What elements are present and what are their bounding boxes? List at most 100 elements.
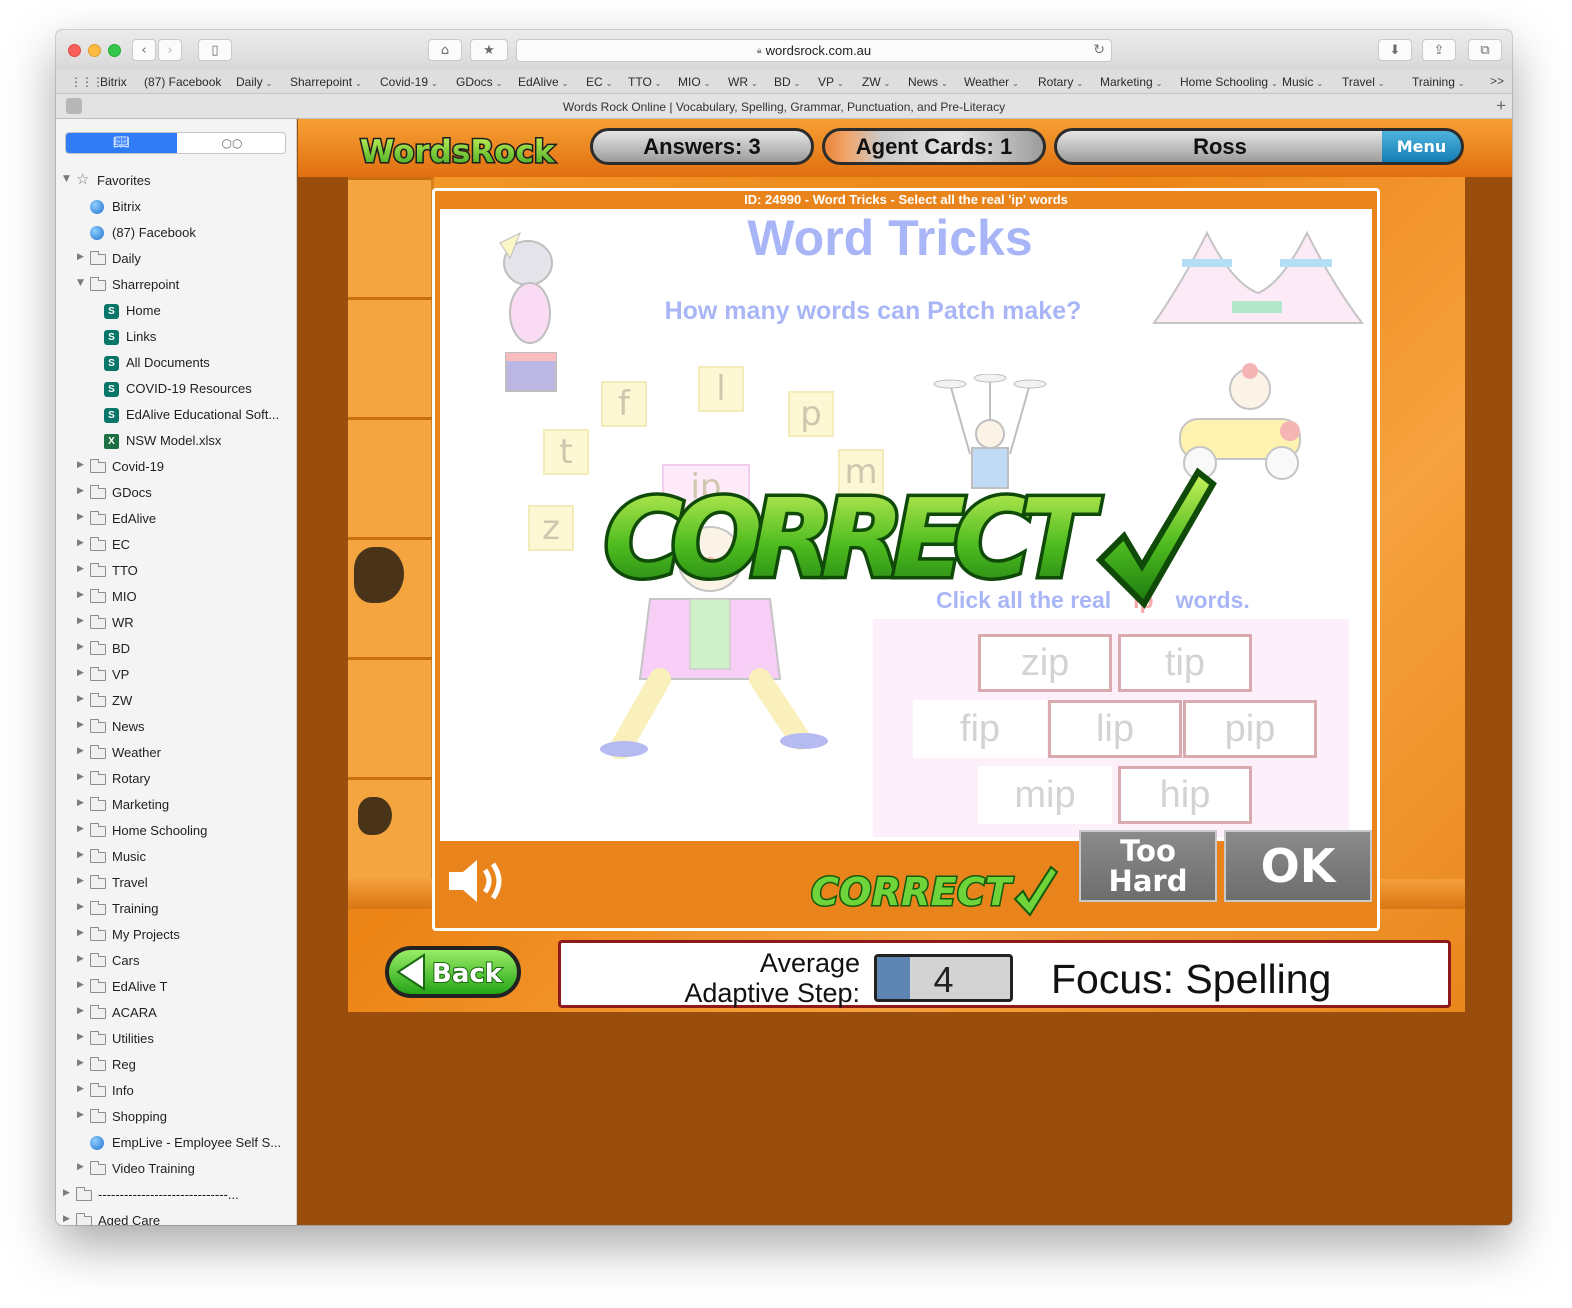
fav-wr[interactable]: WR ⌄	[728, 75, 758, 89]
word-option-tip[interactable]: tip	[1118, 634, 1252, 692]
menu-button[interactable]: Menu	[1382, 128, 1464, 165]
forward-nav-button[interactable]: ›	[158, 39, 182, 61]
disclosure-closed-icon[interactable]: ▶	[77, 590, 84, 600]
sidebar-item[interactable]: ▶ Reg	[56, 1052, 296, 1078]
home-button[interactable]: ⌂	[428, 39, 462, 61]
sidebar-item[interactable]: ▶ Covid-19	[56, 454, 296, 480]
disclosure-closed-icon[interactable]: ▶	[77, 1110, 84, 1120]
sidebar-item[interactable]: ▶ Music	[56, 844, 296, 870]
fav-daily[interactable]: Daily ⌄	[236, 75, 272, 89]
sidebar-item[interactable]: ▶ My Projects	[56, 922, 296, 948]
sidebar-item[interactable]: ▶ Aged Care	[56, 1208, 296, 1225]
sidebar-item[interactable]: ▶ Home Schooling	[56, 818, 296, 844]
disclosure-closed-icon[interactable]: ▶	[77, 876, 84, 886]
fav-travel[interactable]: Travel ⌄	[1342, 75, 1385, 89]
bookmarks-tab[interactable]: 📖︎	[66, 133, 177, 153]
sidebar-item[interactable]: EmpLive - Employee Self S...	[56, 1130, 296, 1156]
sidebar-item[interactable]: X NSW Model.xlsx	[56, 428, 296, 454]
fav-vp[interactable]: VP ⌄	[818, 75, 844, 89]
fav-zw[interactable]: ZW ⌄	[862, 75, 890, 89]
sidebar-item[interactable]: S COVID-19 Resources	[56, 376, 296, 402]
disclosure-closed-icon[interactable]: ▶	[77, 850, 84, 860]
sidebar-item[interactable]: Bitrix	[56, 194, 296, 220]
fav-weather[interactable]: Weather ⌄	[964, 75, 1019, 89]
zoom-window-button[interactable]	[108, 44, 121, 57]
sidebar-item[interactable]: ▼ Sharrepoint	[56, 272, 296, 298]
close-window-button[interactable]	[68, 44, 81, 57]
sidebar-item[interactable]: ▶ Info	[56, 1078, 296, 1104]
sidebar-item[interactable]: ▶ MIO	[56, 584, 296, 610]
disclosure-open-icon[interactable]: ▼	[77, 278, 84, 288]
disclosure-closed-icon[interactable]: ▶	[77, 252, 84, 262]
tab-title[interactable]: Words Rock Online | Vocabulary, Spelling…	[56, 100, 1512, 114]
sidebar-item[interactable]: ▶ VP	[56, 662, 296, 688]
fav-covid[interactable]: Covid-19 ⌄	[380, 75, 438, 89]
favorites-overflow-button[interactable]: >>	[1490, 74, 1504, 88]
disclosure-closed-icon[interactable]: ▶	[77, 694, 84, 704]
fav-sharrepoint[interactable]: Sharrepoint ⌄	[290, 75, 362, 89]
sidebar-item[interactable]: ▶ EdAlive T	[56, 974, 296, 1000]
fav-edalive[interactable]: EdAlive ⌄	[518, 75, 568, 89]
speaker-icon[interactable]	[445, 856, 509, 906]
fav-music[interactable]: Music ⌄	[1282, 75, 1323, 89]
disclosure-closed-icon[interactable]: ▶	[77, 824, 84, 834]
sidebar-item[interactable]: ▶ Training	[56, 896, 296, 922]
sidebar-item[interactable]: ▶ ACARA	[56, 1000, 296, 1026]
sidebar-item[interactable]: ▶ Shopping	[56, 1104, 296, 1130]
grid-icon[interactable]: ⋮⋮⋮	[70, 75, 104, 89]
disclosure-closed-icon[interactable]: ▶	[77, 1084, 84, 1094]
sidebar-item[interactable]: S Links	[56, 324, 296, 350]
sidebar-item[interactable]: ▶ EdAlive	[56, 506, 296, 532]
fav-marketing[interactable]: Marketing ⌄	[1100, 75, 1162, 89]
sidebar-item[interactable]: ▶ BD	[56, 636, 296, 662]
ok-button[interactable]: OK	[1224, 830, 1372, 902]
sidebar-item[interactable]: ▶ TTO	[56, 558, 296, 584]
disclosure-closed-icon[interactable]: ▶	[77, 954, 84, 964]
sidebar-item[interactable]: ▶ Utilities	[56, 1026, 296, 1052]
word-option-pip[interactable]: pip	[1183, 700, 1317, 758]
minimize-window-button[interactable]	[88, 44, 101, 57]
sidebar-item[interactable]: S All Documents	[56, 350, 296, 376]
reload-icon[interactable]: ↻	[1093, 42, 1105, 58]
disclosure-closed-icon[interactable]: ▶	[77, 1006, 84, 1016]
fav-news[interactable]: News ⌄	[908, 75, 948, 89]
back-nav-button[interactable]: ‹	[132, 39, 156, 61]
sidebar-item[interactable]: ▶ Daily	[56, 246, 296, 272]
sidebar-item[interactable]: ▶ Rotary	[56, 766, 296, 792]
tabs-overview-button[interactable]: ⧉	[1468, 39, 1502, 61]
sidebar-item[interactable]: ▶ News	[56, 714, 296, 740]
disclosure-closed-icon[interactable]: ▶	[77, 668, 84, 678]
disclosure-closed-icon[interactable]: ▶	[77, 616, 84, 626]
disclosure-closed-icon[interactable]: ▶	[77, 902, 84, 912]
disclosure-closed-icon[interactable]: ▶	[77, 512, 84, 522]
word-option-zip[interactable]: zip	[978, 634, 1112, 692]
disclosure-closed-icon[interactable]: ▶	[77, 486, 84, 496]
sidebar-item[interactable]: ▶ EC	[56, 532, 296, 558]
disclosure-closed-icon[interactable]: ▶	[77, 798, 84, 808]
disclosure-closed-icon[interactable]: ▶	[77, 746, 84, 756]
address-bar[interactable]: 🔒︎ wordsrock.com.au ↻	[516, 39, 1112, 62]
sidebar-item[interactable]: ▶ Cars	[56, 948, 296, 974]
word-option-mip[interactable]: mip	[978, 766, 1112, 824]
disclosure-closed-icon[interactable]: ▶	[77, 980, 84, 990]
disclosure-closed-icon[interactable]: ▶	[77, 1058, 84, 1068]
disclosure-closed-icon[interactable]: ▶	[77, 772, 84, 782]
disclosure-closed-icon[interactable]: ▶	[77, 564, 84, 574]
disclosure-closed-icon[interactable]: ▶	[77, 642, 84, 652]
fav-training[interactable]: Training ⌄	[1412, 75, 1465, 89]
reading-list-tab[interactable]: ○○	[177, 133, 285, 153]
sidebar-item[interactable]: ▶ ZW	[56, 688, 296, 714]
back-button[interactable]: Back	[384, 945, 522, 999]
disclosure-closed-icon[interactable]: ▶	[77, 928, 84, 938]
disclosure-closed-icon[interactable]: ▶	[77, 1032, 84, 1042]
word-option-fip[interactable]: fip	[913, 700, 1047, 758]
share-button[interactable]: ⇪	[1422, 39, 1456, 61]
disclosure-closed-icon[interactable]: ▶	[77, 460, 84, 470]
word-option-hip[interactable]: hip	[1118, 766, 1252, 824]
fav-gdocs[interactable]: GDocs ⌄	[456, 75, 502, 89]
fav-bd[interactable]: BD ⌄	[774, 75, 800, 89]
word-option-lip[interactable]: lip	[1048, 700, 1182, 758]
sidebar-item[interactable]: ▶ Travel	[56, 870, 296, 896]
top-sites-button[interactable]: ★	[470, 39, 508, 61]
sidebar-item[interactable]: ▶ Video Training	[56, 1156, 296, 1182]
